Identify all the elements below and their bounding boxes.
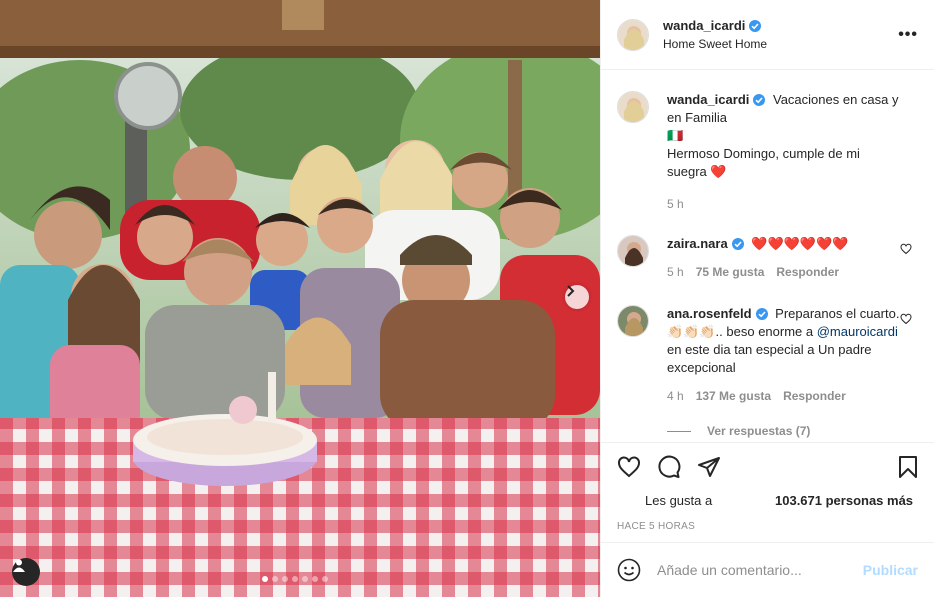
share-icon[interactable] (697, 455, 721, 479)
reply-button[interactable]: Responder (776, 263, 839, 281)
comment-composer: Publicar (601, 542, 934, 597)
verified-badge-icon (731, 238, 744, 250)
like-icon[interactable] (617, 455, 641, 479)
chevron-right-icon (567, 285, 575, 297)
post-sidebar: wanda_icardi Home Sweet Home ••• wanda_i… (600, 0, 934, 597)
comment-item: zaira.nara ❤️❤️❤️❤️❤️❤️ 5 h 75 Me gusta … (617, 235, 918, 281)
caption-text-3: Hermoso Domingo, cumple de mi suegra ❤️ (667, 146, 860, 179)
author-avatar[interactable] (617, 18, 649, 51)
comments-list: wanda_icardi Vacaciones en casa y en Fam… (601, 71, 934, 441)
commenter-avatar[interactable] (617, 305, 649, 337)
post-location[interactable]: Home Sweet Home (663, 37, 767, 51)
save-bookmark-icon[interactable] (896, 455, 920, 479)
caption-avatar[interactable] (617, 91, 649, 123)
comment-time[interactable]: 5 h (667, 263, 684, 281)
carousel-dot (292, 576, 298, 582)
tagged-users-button[interactable] (12, 558, 40, 586)
likes-count[interactable]: 103.671 personas más (775, 493, 913, 508)
comment-likes[interactable]: 137 Me gusta (696, 387, 771, 405)
like-comment-icon[interactable] (900, 313, 912, 325)
emoji-icon[interactable] (617, 558, 641, 582)
comment-author-text[interactable]: zaira.nara (667, 235, 728, 253)
family-photo-illustration (0, 0, 600, 597)
carousel-dot (322, 576, 328, 582)
post-timestamp[interactable]: HACE 5 HORAS (617, 521, 695, 532)
author-username-text[interactable]: wanda_icardi (663, 18, 745, 33)
comment-input[interactable] (657, 562, 857, 578)
reply-button[interactable]: Responder (783, 387, 846, 405)
comment-text: ❤️❤️❤️❤️❤️❤️ (751, 236, 849, 251)
author-username[interactable]: wanda_icardi (663, 18, 762, 33)
publish-button[interactable]: Publicar (863, 562, 918, 578)
carousel-dot (312, 576, 318, 582)
replies-divider (667, 430, 691, 432)
caption-text-2: 🇮🇹 (667, 128, 684, 143)
carousel-dot (272, 576, 278, 582)
verified-badge-icon (749, 19, 762, 32)
comment-author-text[interactable]: ana.rosenfeld (667, 305, 752, 323)
next-slide-button[interactable] (565, 285, 589, 309)
carousel-dot (282, 576, 288, 582)
like-comment-icon[interactable] (900, 243, 912, 255)
carousel-dot (302, 576, 308, 582)
verified-badge-icon (753, 94, 766, 106)
view-replies-button[interactable]: Ver respuestas (7) (667, 424, 810, 438)
post-photo[interactable] (0, 0, 600, 597)
likes-label: Les gusta a (645, 493, 713, 508)
post-header: wanda_icardi Home Sweet Home ••• (601, 0, 934, 70)
comment-author[interactable]: zaira.nara (667, 235, 744, 253)
more-options-icon[interactable]: ••• (898, 26, 918, 44)
caption-author-text[interactable]: wanda_icardi (667, 91, 749, 109)
caption-time[interactable]: 5 h (667, 195, 684, 213)
verified-badge-icon (755, 308, 768, 320)
comment-icon[interactable] (657, 455, 681, 479)
view-replies-label[interactable]: Ver respuestas (7) (707, 424, 810, 438)
post-actions: Les gusta a 103.671 personas más HACE 5 … (601, 442, 934, 542)
user-icon (13, 559, 25, 572)
comment-text-cont: en este dia tan especial a Un padre exce… (667, 342, 872, 375)
comment-item: ana.rosenfeld Preparanos el cuarto.👏🏻👏🏻👏… (617, 305, 918, 405)
comment-time[interactable]: 4 h (667, 387, 684, 405)
carousel-dot (262, 576, 268, 582)
commenter-avatar[interactable] (617, 235, 649, 267)
caption: wanda_icardi Vacaciones en casa y en Fam… (617, 91, 918, 213)
caption-author[interactable]: wanda_icardi (667, 91, 766, 109)
carousel-indicator (262, 576, 328, 582)
mention-link[interactable]: @mauroicardi (817, 324, 898, 339)
comment-likes[interactable]: 75 Me gusta (696, 263, 765, 281)
comment-author[interactable]: ana.rosenfeld (667, 305, 768, 323)
